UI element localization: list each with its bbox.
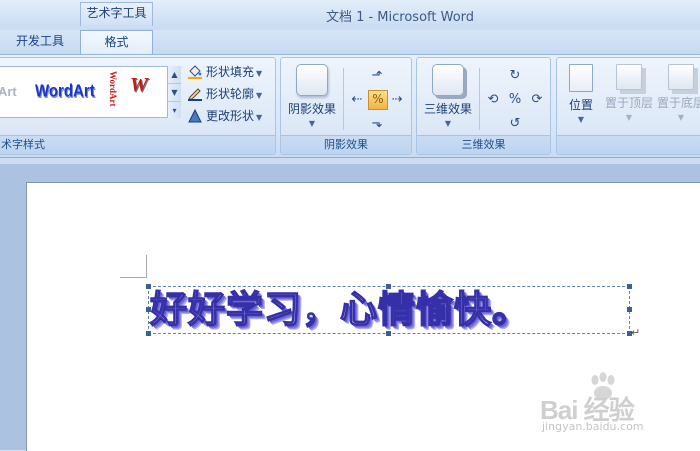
shadow-on-off-icon[interactable]: %: [368, 90, 388, 110]
gallery-down-icon[interactable]: ▼: [168, 84, 181, 102]
send-to-back-button[interactable]: 置于底层 ▼: [655, 64, 700, 122]
window-title: 文档 1 - Microsoft Word: [325, 10, 475, 25]
pencil-outline-icon: [188, 88, 202, 101]
3d-on-off-icon[interactable]: %: [507, 92, 523, 108]
wordart-style-3[interactable]: WordArt: [104, 71, 122, 113]
shadow-effects-icon: [296, 64, 328, 96]
watermark-url: jingyan.baidu.com: [542, 420, 644, 433]
position-icon: [569, 64, 593, 92]
chevron-down-icon: ▼: [625, 113, 633, 122]
tab-developer[interactable]: 开发工具: [0, 30, 80, 54]
shape-outline-button[interactable]: 形状轮廓 ▼: [187, 84, 262, 104]
ruler-strip: [0, 158, 700, 164]
3d-effects-icon: [432, 64, 464, 96]
chevron-down-icon: ▼: [256, 69, 263, 78]
send-to-back-label: 置于底层: [656, 96, 700, 110]
group-label-wordart-styles: 术字样式: [0, 135, 275, 154]
send-to-back-icon: [668, 64, 694, 90]
wordart-style-1[interactable]: dArt: [0, 71, 28, 113]
gallery-more-icon[interactable]: ▾: [168, 102, 181, 119]
paragraph-mark: ↵: [631, 326, 641, 339]
tilt-down-icon[interactable]: ↺: [507, 116, 523, 132]
tilt-up-icon[interactable]: ↻: [507, 68, 523, 84]
group-label-arrange: [557, 135, 700, 154]
3d-effects-button[interactable]: 三维效果 ▼: [421, 64, 475, 128]
baidu-watermark: Bai 经验 jingyan.baidu.com: [540, 372, 700, 442]
bring-to-front-label: 置于顶层: [604, 96, 653, 110]
wordart-text[interactable]: 好好学习，心情愉快。: [149, 282, 650, 338]
bring-to-front-icon: [616, 64, 642, 90]
group-arrange: 位置 ▼ 置于顶层 ▼ 置于底层 ▼: [556, 57, 700, 155]
resize-handle-top-right[interactable]: [627, 284, 632, 289]
wordart-style-4[interactable]: W: [130, 71, 162, 113]
wordart-tools-context-label: 艺术字工具: [80, 2, 153, 26]
title-bar: 艺术字工具 文档 1 - Microsoft Word: [0, 0, 700, 30]
shape-outline-label: 形状轮廓: [206, 87, 255, 101]
group-wordart-styles: dArt WordArt WordArt W ▲ ▼ ▾ 形状填充▼ 形状轮廓▼: [0, 57, 276, 155]
shadow-effects-button[interactable]: 阴影效果 ▼: [285, 64, 339, 128]
shadow-effects-label: 阴影效果: [287, 102, 336, 116]
resize-handle-bottom-left[interactable]: [146, 331, 151, 336]
chevron-down-icon: ▼: [677, 113, 685, 122]
resize-handle-top-left[interactable]: [146, 284, 151, 289]
group-label-3d-effects: 三维效果: [417, 135, 550, 154]
chevron-down-icon: ▼: [256, 91, 263, 100]
shape-fill-label: 形状填充: [206, 65, 255, 79]
wordart-style-gallery[interactable]: dArt WordArt WordArt W: [0, 66, 177, 118]
tab-format[interactable]: 格式: [80, 30, 153, 54]
nudge-shadow-left-icon[interactable]: ⇠: [349, 92, 365, 108]
resize-handle-right[interactable]: [627, 307, 632, 312]
chevron-down-icon: ▼: [308, 119, 316, 128]
gallery-scrollbar[interactable]: ▲ ▼ ▾: [167, 66, 181, 118]
group-3d-effects: 三维效果 ▼ ↻ ⟲ % ⟳ ↺ 三维效果: [416, 57, 551, 155]
tilt-right-icon[interactable]: ⟳: [529, 92, 545, 108]
change-shape-label: 更改形状: [206, 109, 255, 123]
chevron-down-icon: ▼: [577, 115, 585, 124]
paint-bucket-icon: [188, 65, 202, 79]
tilt-left-icon[interactable]: ⟲: [485, 92, 501, 108]
ribbon: dArt WordArt WordArt W ▲ ▼ ▾ 形状填充▼ 形状轮廓▼: [0, 54, 700, 158]
resize-handle-bottom[interactable]: [386, 331, 391, 336]
bring-to-front-button[interactable]: 置于顶层 ▼: [603, 64, 655, 122]
nudge-shadow-down-icon[interactable]: ⬎: [369, 116, 385, 132]
group-shadow-effects: 阴影效果 ▼ ⬏ ⇠ % ⇢ ⬎ 阴影效果: [280, 57, 412, 155]
chevron-down-icon: ▼: [256, 113, 263, 122]
margin-corner-mark: [120, 255, 147, 278]
3d-effects-label: 三维效果: [423, 102, 472, 116]
position-button[interactable]: 位置 ▼: [561, 64, 601, 124]
change-shape-button[interactable]: 更改形状 ▼: [187, 106, 262, 126]
separator: [479, 68, 480, 130]
ribbon-tabs: 开发工具 格式: [0, 30, 700, 54]
gallery-up-icon[interactable]: ▲: [168, 66, 181, 84]
chevron-down-icon: ▼: [444, 119, 452, 128]
wordart-style-2[interactable]: WordArt: [35, 68, 95, 116]
resize-handle-left[interactable]: [146, 307, 151, 312]
nudge-shadow-up-icon[interactable]: ⬏: [369, 68, 385, 84]
position-label: 位置: [568, 98, 593, 112]
shape-fill-button[interactable]: 形状填充 ▼: [187, 62, 262, 82]
group-label-shadow-effects: 阴影效果: [281, 135, 411, 154]
separator: [343, 68, 344, 130]
resize-handle-top[interactable]: [386, 284, 391, 289]
nudge-shadow-right-icon[interactable]: ⇢: [389, 92, 405, 108]
triangle-shape-icon: [188, 109, 202, 123]
